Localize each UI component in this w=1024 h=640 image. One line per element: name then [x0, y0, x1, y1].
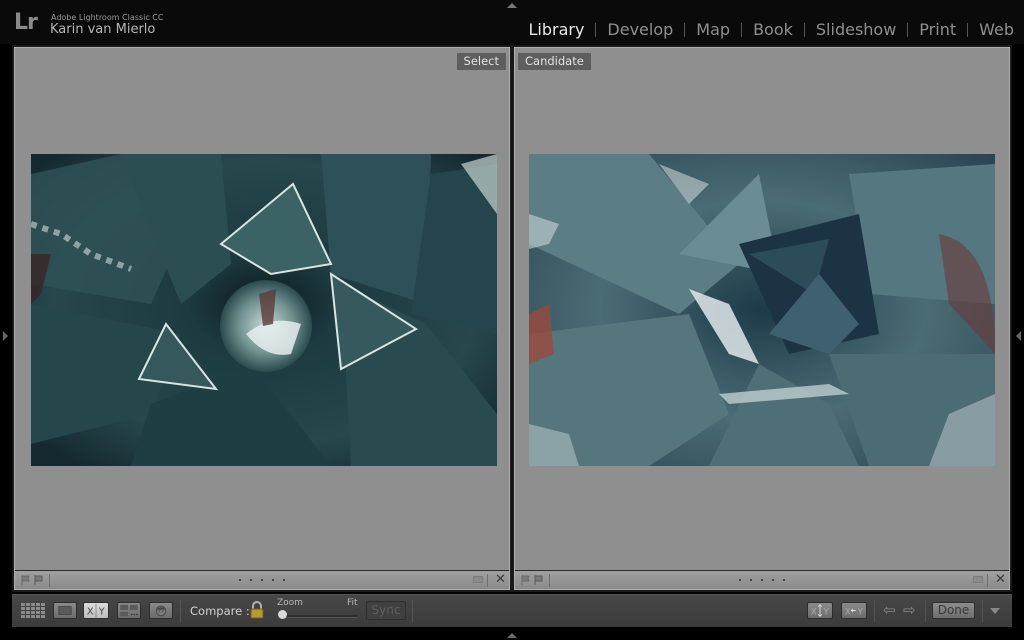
loupe-icon: [58, 606, 72, 615]
fit-label: Fit: [347, 598, 358, 608]
make-select-button[interactable]: X Y: [841, 602, 867, 619]
toolbar-options-chevron-icon[interactable]: [990, 608, 1000, 614]
agave-photo-candidate: [529, 154, 995, 466]
lock-icon[interactable]: [249, 600, 265, 620]
expand-left-panel-icon[interactable]: [3, 331, 8, 341]
sync-button[interactable]: Sync: [366, 601, 406, 620]
module-develop[interactable]: Develop: [607, 20, 673, 39]
face-icon: [155, 605, 167, 617]
loupe-view-button[interactable]: [53, 602, 77, 619]
survey-icon: [120, 604, 138, 617]
identity-plate: Lr Adobe Lightroom Classic CC Karin van …: [0, 0, 1024, 44]
footer-divider: [487, 574, 488, 587]
svg-text:Y: Y: [856, 607, 863, 617]
expand-right-panel-icon[interactable]: [1016, 331, 1021, 341]
compare-label: Compare :: [190, 604, 250, 618]
unflagged-icon[interactable]: [521, 575, 531, 585]
rating-star-2[interactable]: [250, 579, 252, 581]
footer-divider: [49, 574, 50, 587]
done-button[interactable]: Done: [932, 602, 975, 619]
swap-icon: X Y: [811, 604, 829, 617]
grid-view-button[interactable]: [20, 602, 46, 619]
color-label-icon[interactable]: [973, 576, 983, 583]
close-icon[interactable]: ✕: [495, 572, 506, 588]
zoom-slider-thumb[interactable]: [278, 610, 287, 619]
rating-star-1[interactable]: [239, 579, 241, 581]
rating-star-1[interactable]: [739, 579, 741, 581]
close-icon[interactable]: ✕: [995, 572, 1006, 588]
star-rating[interactable]: [739, 575, 785, 581]
user-name: Karin van Mierlo: [50, 22, 156, 37]
lightroom-logo: Lr: [14, 10, 38, 35]
expand-filmstrip-icon[interactable]: [507, 633, 517, 638]
module-separator: [907, 22, 909, 37]
previous-photo-icon[interactable]: ⇦: [883, 601, 896, 620]
toolbar-separator: [982, 600, 983, 622]
reject-flag-icon[interactable]: [534, 575, 544, 585]
app-name: Adobe Lightroom Classic CC: [51, 13, 164, 22]
module-separator: [967, 22, 969, 37]
module-map[interactable]: Map: [696, 20, 730, 39]
grid-icon: [21, 603, 45, 618]
rating-star-4[interactable]: [772, 579, 774, 581]
select-pane-footer: ✕: [15, 570, 509, 589]
compare-x-label: X: [87, 606, 94, 617]
star-rating[interactable]: [239, 575, 285, 581]
candidate-pane-footer: ✕: [515, 570, 1009, 589]
make-select-icon: X Y: [845, 607, 864, 617]
toolbar-separator: [412, 600, 413, 622]
swap-button[interactable]: X Y: [807, 602, 833, 619]
toolbar-separator: [925, 600, 926, 622]
people-view-button[interactable]: [149, 602, 173, 619]
module-separator: [803, 22, 805, 37]
candidate-photo[interactable]: [529, 154, 995, 466]
rating-star-2[interactable]: [750, 579, 752, 581]
rating-star-3[interactable]: [761, 579, 763, 581]
select-canvas[interactable]: Select: [15, 48, 509, 572]
footer-divider: [549, 574, 550, 587]
unflagged-icon[interactable]: [21, 575, 31, 585]
collapse-top-panel-icon[interactable]: [507, 3, 517, 8]
svg-text:X: X: [811, 607, 817, 617]
module-slideshow[interactable]: Slideshow: [816, 20, 896, 39]
select-pane[interactable]: Select ✕: [14, 47, 510, 590]
module-separator: [684, 22, 686, 37]
zoom-slider[interactable]: [280, 615, 358, 618]
candidate-label: Candidate: [518, 53, 591, 70]
rating-star-5[interactable]: [283, 579, 285, 581]
xy-icon: X Y: [87, 603, 105, 617]
zoom-label: Zoom: [277, 598, 303, 608]
rating-star-4[interactable]: [272, 579, 274, 581]
svg-text:X: X: [845, 607, 851, 617]
module-separator: [595, 22, 597, 37]
candidate-canvas[interactable]: Candidate: [515, 48, 1009, 572]
survey-view-button[interactable]: [117, 602, 141, 619]
color-label-icon[interactable]: [473, 576, 483, 583]
module-web[interactable]: Web: [979, 20, 1014, 39]
toolbar-separator: [874, 600, 875, 622]
compare-view-button[interactable]: X Y: [83, 602, 109, 619]
footer-divider: [987, 574, 988, 587]
compare-view: Select ✕ Candidate ✕: [12, 45, 1012, 592]
select-photo[interactable]: [31, 154, 497, 466]
module-picker: Library Develop Map Book Slideshow Print…: [528, 20, 1014, 39]
rating-star-3[interactable]: [261, 579, 263, 581]
toolbar: X Y Compare : Zoom Fit Sync X Y X Y ⇦ ⇨ …: [12, 594, 1012, 627]
compare-y-label: Y: [98, 606, 105, 617]
module-print[interactable]: Print: [919, 20, 956, 39]
candidate-pane[interactable]: Candidate ✕: [514, 47, 1010, 590]
svg-text:Y: Y: [822, 607, 829, 617]
rating-star-5[interactable]: [783, 579, 785, 581]
next-photo-icon[interactable]: ⇨: [903, 601, 916, 620]
agave-photo-select: [31, 154, 497, 466]
reject-flag-icon[interactable]: [34, 575, 44, 585]
select-label: Select: [456, 53, 506, 70]
module-separator: [741, 22, 743, 37]
module-book[interactable]: Book: [753, 20, 793, 39]
toolbar-separator: [180, 600, 181, 622]
module-library[interactable]: Library: [528, 20, 584, 39]
